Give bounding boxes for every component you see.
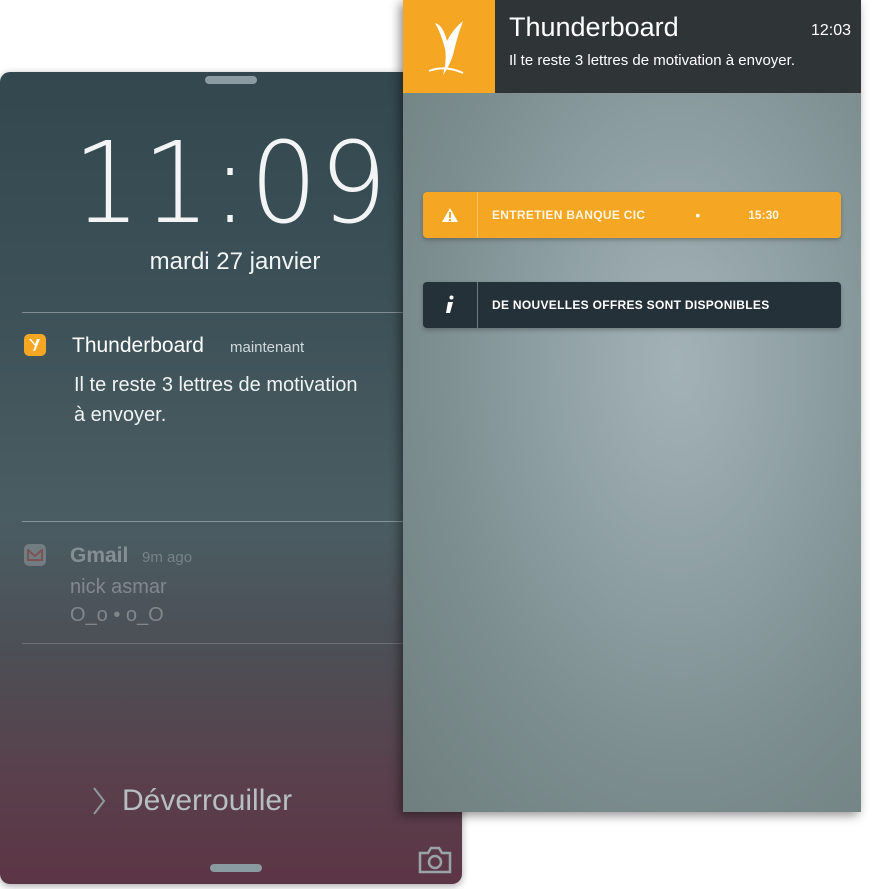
alert-card[interactable]: ENTRETIEN BANQUE CIC • 15:30 [423, 192, 841, 238]
app-notification-banner[interactable]: Thunderboard 12:03 Il te reste 3 lettres… [403, 0, 861, 93]
banner-time: 12:03 [810, 22, 851, 39]
bottom-grabber[interactable] [210, 864, 262, 872]
chevron-right-icon [93, 787, 106, 815]
notification-line-1: Il te reste 3 lettres de motivation [74, 374, 358, 396]
info-icon [423, 282, 478, 328]
warning-icon [423, 192, 478, 238]
divider [22, 312, 462, 313]
lock-date: mardi 27 janvier [149, 248, 321, 275]
camera-icon[interactable] [418, 846, 452, 874]
notification-line-2: O_o • o_O [70, 604, 164, 626]
thunderboard-app-icon [24, 334, 46, 356]
notification-time: maintenant [230, 339, 305, 356]
divider [22, 643, 462, 644]
alert-card-time: 15:30 [748, 208, 779, 222]
notification-line-1: nick asmar [70, 576, 167, 598]
unlock-label: Déverrouiller [122, 784, 293, 817]
notification-app-name: Gmail [70, 544, 129, 567]
gmail-icon [24, 544, 46, 566]
lock-screen: 11:09 mardi 27 janvier Thunderboard main… [0, 72, 462, 884]
alert-card-label: ENTRETIEN BANQUE CIC [492, 208, 646, 222]
notification-app-name: Thunderboard [72, 334, 204, 357]
banner-app-name: Thunderboard [509, 12, 679, 42]
notification-line-2: à envoyer. [74, 404, 167, 426]
notification-time: 9m ago [142, 549, 193, 566]
top-grabber[interactable] [205, 76, 257, 84]
info-card-label: DE NOUVELLES OFFRES SONT DISPONIBLES [492, 298, 770, 312]
banner-message: Il te reste 3 lettres de motivation à en… [509, 52, 795, 69]
unlock-slider[interactable]: Déverrouiller [92, 784, 292, 818]
thunderboard-logo [403, 0, 495, 93]
divider [22, 521, 462, 522]
app-screen: Thunderboard 12:03 Il te reste 3 lettres… [403, 0, 861, 812]
lock-time: 11:09 [72, 119, 390, 249]
info-card[interactable]: DE NOUVELLES OFFRES SONT DISPONIBLES [423, 282, 841, 328]
alert-card-separator: • [695, 207, 701, 223]
